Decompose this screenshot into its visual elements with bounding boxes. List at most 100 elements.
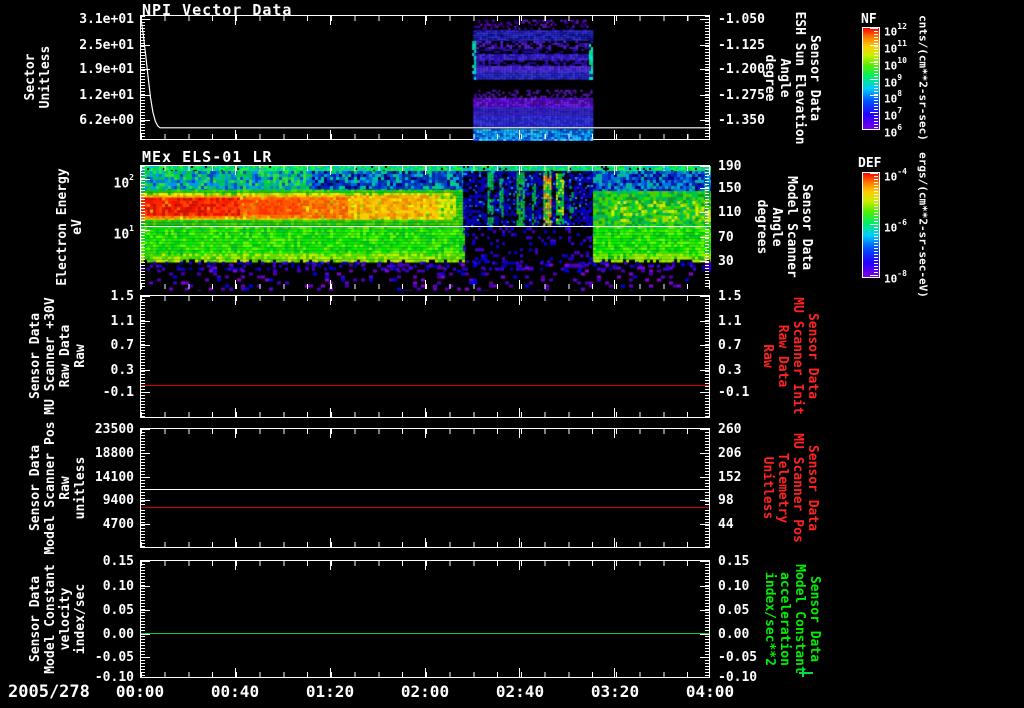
x-axis-major-tick — [614, 16, 615, 25]
y-tick-label-right: -1.200 — [718, 62, 765, 77]
y-axis-major-tick — [141, 370, 150, 371]
x-axis-major-tick — [425, 130, 426, 139]
y-tick-label-left: 3.1e+01 — [79, 12, 134, 27]
y-axis-minor-ticks — [705, 296, 709, 417]
x-axis-major-tick — [235, 130, 236, 139]
colorbar-tick-label: 107 — [884, 106, 903, 123]
nf-colorbar-units: cnts/(cm**2-sr-sec) — [916, 15, 930, 141]
x-axis-major-tick — [614, 408, 615, 417]
colorbar-tick-label: 10-8 — [884, 269, 907, 286]
x-axis-major-tick — [425, 429, 426, 438]
x-axis-major-tick — [425, 16, 426, 25]
x-axis-major-tick — [235, 166, 236, 175]
y-right-label-sun-elevation: Sensor Data ESH Sun Elevation Angle degree — [762, 11, 822, 145]
x-axis-major-tick — [140, 408, 141, 417]
x-axis-major-tick — [235, 429, 236, 438]
y-tick-label-left: 0.15 — [102, 554, 134, 569]
x-axis-major-tick — [519, 538, 520, 547]
x-axis-major-tick — [330, 280, 331, 289]
y-axis-major-tick — [141, 453, 150, 454]
y-tick-label-right: 44 — [718, 517, 734, 532]
y-axis-major-tick — [141, 677, 150, 678]
x-axis-major-tick — [330, 668, 331, 677]
y-axis-major-tick — [700, 370, 709, 371]
y-axis-major-tick — [700, 19, 709, 20]
y-left-label-scanner-pos: Sensor Data Model Scanner Pos Raw unitless — [28, 421, 88, 555]
y-tick-label-left: 0.05 — [102, 603, 134, 618]
y-axis-major-tick — [141, 429, 150, 430]
y-tick-label-right: 260 — [718, 422, 742, 437]
y-axis-major-tick — [141, 610, 150, 611]
x-axis-major-tick — [425, 166, 426, 175]
x-axis-major-tick — [519, 280, 520, 289]
y-left-label-npi: Sector Unitless — [23, 45, 53, 109]
y-axis-major-tick — [700, 634, 709, 635]
y-axis-major-tick — [700, 261, 709, 262]
y-axis-major-tick — [700, 212, 709, 213]
colorbar-major-tick — [870, 79, 878, 80]
x-axis-major-tick — [614, 538, 615, 547]
y-tick-label-left: 101 — [113, 224, 134, 243]
x-axis-major-tick — [425, 296, 426, 305]
x-axis-major-tick — [425, 408, 426, 417]
y-axis-major-tick — [141, 524, 150, 525]
x-axis-major-tick — [425, 561, 426, 570]
y-tick-label-left: 0.7 — [110, 338, 134, 353]
x-axis-major-tick — [614, 429, 615, 438]
x-axis-major-tick — [140, 538, 141, 547]
x-axis-major-tick — [330, 429, 331, 438]
y-tick-label-right: -0.10 — [718, 670, 758, 685]
constant-line-series — [141, 489, 709, 490]
x-axis-major-tick — [330, 130, 331, 139]
y-axis-major-tick — [141, 477, 150, 478]
y-tick-label-right: 0.10 — [718, 579, 750, 594]
x-axis-major-tick — [140, 16, 141, 25]
x-axis-major-tick — [709, 561, 710, 570]
y-tick-label-right: -0.1 — [718, 385, 750, 400]
y-axis-major-tick — [141, 95, 150, 96]
constant-line-series — [141, 385, 709, 386]
y-axis-major-tick — [700, 677, 709, 678]
y-tick-label-left: 9400 — [102, 493, 134, 508]
y-axis-major-tick — [700, 561, 709, 562]
y-axis-minor-ticks — [141, 296, 145, 417]
y-tick-label-left: 14100 — [94, 470, 134, 485]
colorbar-major-tick — [870, 129, 878, 130]
y-axis-major-tick — [141, 296, 150, 297]
x-axis-major-tick — [519, 408, 520, 417]
x-axis-major-tick — [330, 166, 331, 175]
x-axis-major-tick — [140, 296, 141, 305]
y-axis-minor-ticks — [705, 561, 709, 677]
x-axis-major-tick — [709, 16, 710, 25]
y-axis-major-tick — [700, 429, 709, 430]
y-tick-label-left: -0.05 — [94, 650, 134, 665]
y-axis-minor-ticks — [141, 429, 145, 547]
y-axis-minor-ticks — [141, 166, 145, 289]
colorbar-major-tick — [870, 112, 878, 113]
y-axis-major-tick — [700, 166, 709, 167]
y-tick-label-right: 1.5 — [718, 289, 742, 304]
x-axis-major-tick — [235, 561, 236, 570]
colorbar-major-tick — [870, 275, 878, 276]
colorbar-tick-label: 10-6 — [884, 218, 907, 235]
y-axis-major-tick — [700, 657, 709, 658]
y-axis-minor-ticks — [705, 429, 709, 547]
y-axis-major-tick — [141, 345, 150, 346]
x-axis-major-tick — [235, 16, 236, 25]
y-axis-major-tick — [141, 45, 150, 46]
x-axis-major-tick — [330, 408, 331, 417]
x-axis-major-tick — [235, 280, 236, 289]
y-tick-label-left: 1.5 — [110, 289, 134, 304]
x-axis-major-tick — [709, 166, 710, 175]
panel-title-els: MEx ELS-01 LR — [142, 148, 273, 166]
y-axis-major-tick — [700, 95, 709, 96]
x-axis-major-tick — [709, 130, 710, 139]
x-axis-major-tick — [709, 280, 710, 289]
colorbar-major-tick — [870, 173, 878, 174]
panel-model-constant — [140, 560, 710, 678]
x-axis-major-tick — [614, 561, 615, 570]
y-tick-label-right: 70 — [718, 230, 734, 245]
y-right-label-acceleration: Sensor Data Model Constant acceleration ind… — [762, 564, 822, 674]
x-axis-major-tick — [519, 166, 520, 175]
y-axis-major-tick — [700, 321, 709, 322]
